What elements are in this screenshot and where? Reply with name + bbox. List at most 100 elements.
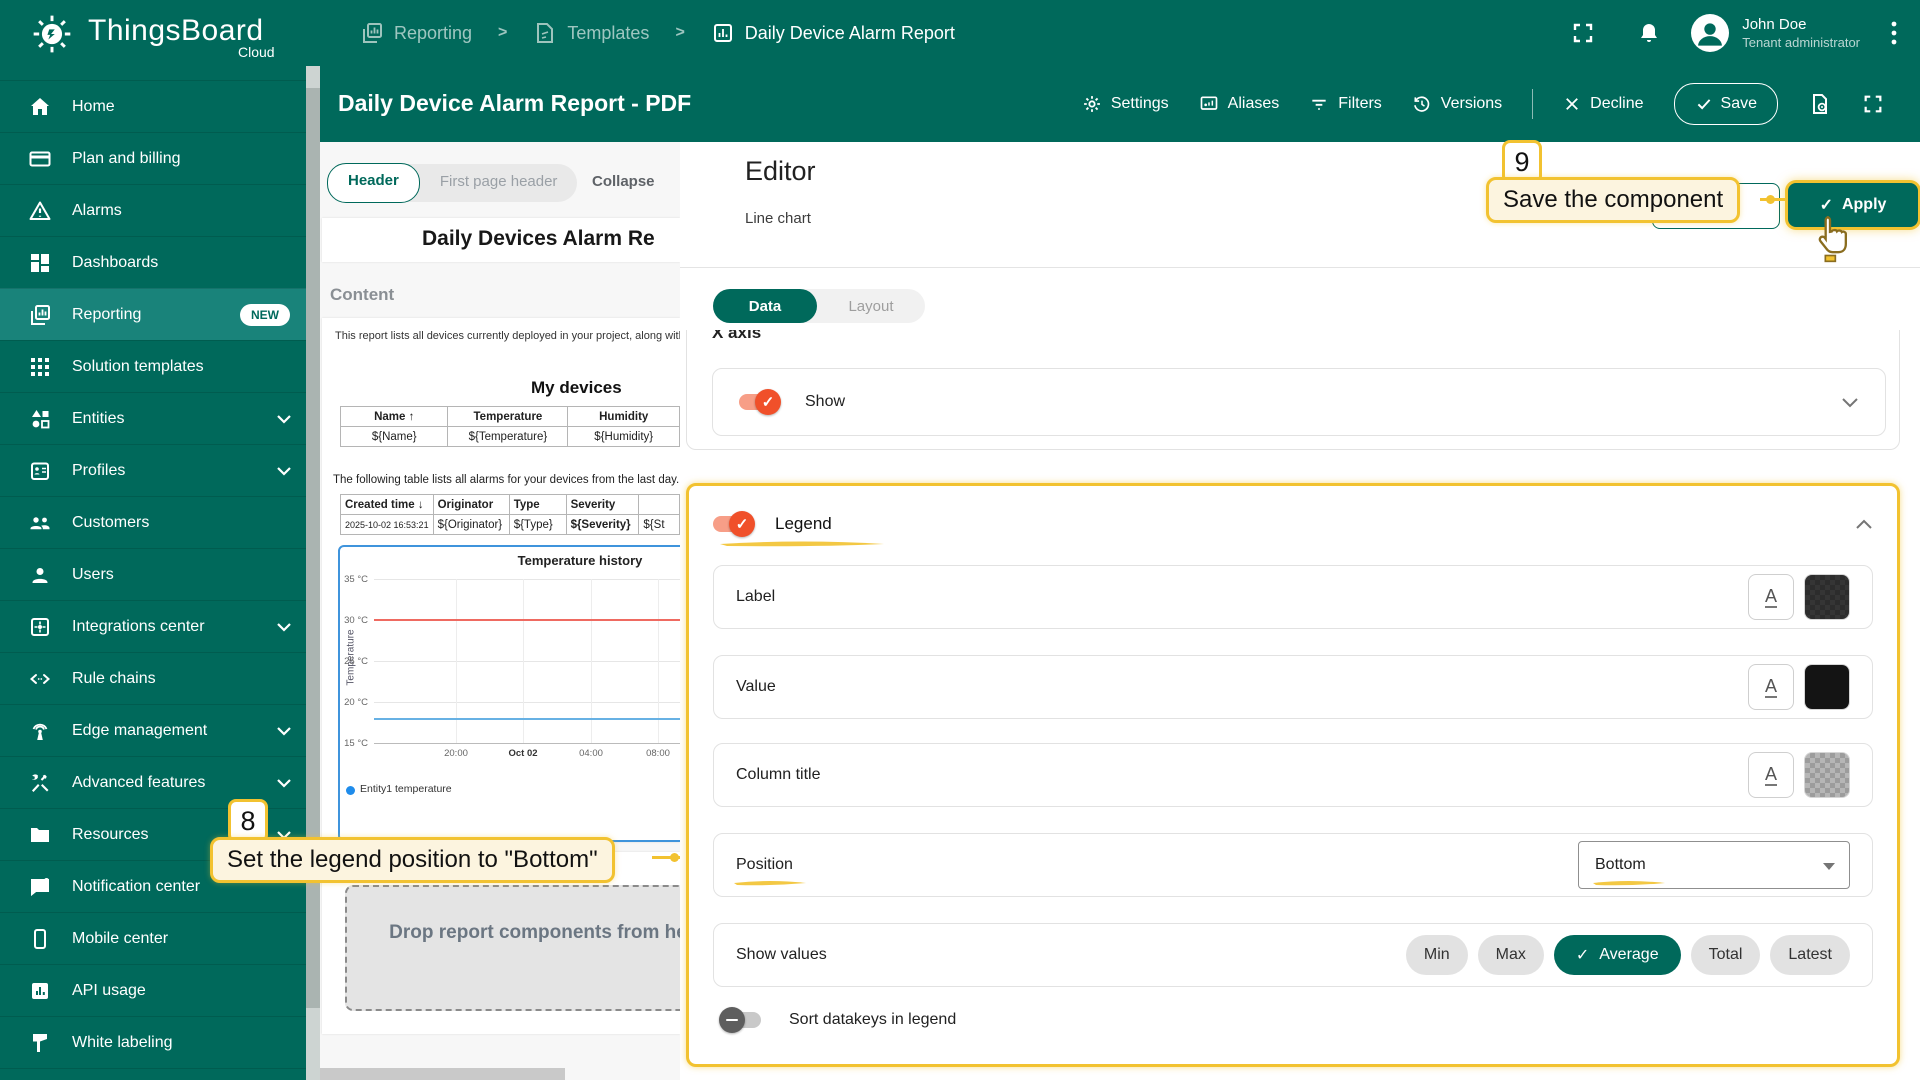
settings-button[interactable]: Settings bbox=[1082, 94, 1169, 114]
x-axis-heading: X axis bbox=[712, 330, 761, 351]
editor-panel: Editor Line chart Cancel ✓ Apply Data La… bbox=[680, 142, 1920, 1080]
new-badge: NEW bbox=[240, 304, 290, 326]
breadcrumb: Reporting > Templates > D bbox=[360, 0, 955, 66]
color-picker-column-title[interactable] bbox=[1804, 752, 1850, 798]
editor-subtitle: Line chart bbox=[745, 210, 811, 227]
apps-grid-icon bbox=[28, 355, 52, 379]
filters-button[interactable]: Filters bbox=[1309, 94, 1382, 114]
sidebar-item-plan-and-billing[interactable]: Plan and billing bbox=[0, 132, 306, 184]
legend-toggle[interactable]: ✓ bbox=[713, 511, 753, 537]
editor-tab-toggle: Data Layout bbox=[713, 289, 925, 323]
chip-max[interactable]: Max bbox=[1478, 935, 1544, 975]
sidebar-item-solution-templates[interactable]: Solution templates bbox=[0, 340, 306, 392]
reporting-icon bbox=[28, 303, 52, 327]
sidebar-item-entities[interactable]: Entities bbox=[0, 392, 306, 444]
notifications-bell-icon[interactable] bbox=[1637, 21, 1661, 45]
versions-button[interactable]: Versions bbox=[1412, 94, 1502, 114]
sidebar-item-integrations-center[interactable]: Integrations center bbox=[0, 600, 306, 652]
sort-datakeys-toggle[interactable] bbox=[721, 1007, 761, 1033]
chart-title: Temperature history bbox=[480, 553, 680, 568]
credit-card-icon bbox=[28, 147, 52, 171]
tab-first-page-header[interactable]: First page header bbox=[420, 164, 578, 202]
legend-header-row: ✓ Legend bbox=[713, 500, 1873, 548]
kebab-menu-icon[interactable] bbox=[1890, 20, 1898, 46]
font-settings-button[interactable]: A bbox=[1748, 574, 1794, 620]
color-picker-label[interactable] bbox=[1804, 574, 1850, 620]
app-logo[interactable]: ThingsBoard bbox=[30, 8, 264, 56]
decline-button[interactable]: Decline bbox=[1563, 95, 1643, 113]
aliases-icon bbox=[1199, 94, 1219, 114]
sidebar-item-customers[interactable]: Customers bbox=[0, 496, 306, 548]
phone-icon bbox=[28, 927, 52, 951]
drop-zone[interactable]: Drop report components from here bbox=[345, 885, 680, 1011]
alarms-table: Created time ↓ Originator Type Severity … bbox=[340, 494, 680, 535]
color-picker-value[interactable] bbox=[1804, 664, 1850, 710]
chevron-down-icon[interactable] bbox=[1841, 397, 1859, 408]
expand-fullscreen-icon[interactable] bbox=[1862, 93, 1884, 115]
reporting-icon bbox=[360, 21, 384, 45]
sidebar-item-white-labeling[interactable]: White labeling bbox=[0, 1016, 306, 1068]
sidebar-item-settings[interactable]: Settings bbox=[0, 1068, 306, 1080]
sidebar-item-mobile-center[interactable]: Mobile center bbox=[0, 912, 306, 964]
breadcrumb-current[interactable]: Daily Device Alarm Report bbox=[711, 21, 955, 45]
user-info[interactable]: John Doe Tenant administrator bbox=[1742, 15, 1860, 51]
show-values-row: Show values Min Max ✓ Average Total Late… bbox=[713, 923, 1873, 987]
folder-icon bbox=[28, 823, 52, 847]
font-settings-button[interactable]: A bbox=[1748, 664, 1794, 710]
collapse-button[interactable]: Collapse bbox=[592, 173, 655, 190]
sidebar-item-rule-chains[interactable]: Rule chains bbox=[0, 652, 306, 704]
antenna-icon bbox=[28, 719, 52, 743]
fullscreen-icon[interactable] bbox=[1571, 21, 1595, 45]
sidebar-item-home[interactable]: Home bbox=[0, 80, 306, 132]
breadcrumb-separator: > bbox=[498, 24, 507, 42]
show-toggle[interactable]: ✓ bbox=[739, 389, 779, 415]
next-section-edge bbox=[320, 1068, 565, 1080]
sidebar-item-alarms[interactable]: Alarms bbox=[0, 184, 306, 236]
integration-icon bbox=[28, 615, 52, 639]
aliases-button[interactable]: Aliases bbox=[1199, 94, 1280, 114]
line-chart-component[interactable]: Temperature history Temperature 35 °C 30… bbox=[338, 545, 680, 842]
annotation-underline bbox=[732, 878, 808, 888]
chip-average[interactable]: ✓ Average bbox=[1554, 935, 1681, 975]
report-toolbar: Daily Device Alarm Report - PDF Settings bbox=[320, 66, 1920, 142]
people-icon bbox=[28, 511, 52, 535]
templates-icon bbox=[533, 21, 557, 45]
chip-total[interactable]: Total bbox=[1691, 935, 1761, 975]
sidebar-item-dashboards[interactable]: Dashboards bbox=[0, 236, 306, 288]
position-label: Position bbox=[736, 856, 793, 873]
position-select[interactable]: Bottom bbox=[1578, 841, 1850, 889]
legend-column-title-row: Column title A bbox=[713, 743, 1873, 807]
font-settings-button[interactable]: A bbox=[1748, 752, 1794, 798]
editor-scroll-area[interactable]: X axis ✓ Show ✓ Legend bbox=[680, 330, 1920, 1080]
report-icon bbox=[711, 21, 735, 45]
generate-report-icon[interactable] bbox=[1808, 92, 1832, 116]
tab-layout[interactable]: Layout bbox=[817, 289, 925, 323]
breadcrumb-templates[interactable]: Templates bbox=[533, 21, 649, 45]
sidebar-item-reporting[interactable]: Reporting NEW bbox=[0, 288, 306, 340]
apply-button[interactable]: ✓ Apply bbox=[1788, 183, 1918, 227]
sort-desc-icon: ↓ bbox=[418, 499, 424, 511]
thingsboard-logo-icon bbox=[30, 12, 74, 56]
user-name: John Doe bbox=[1742, 15, 1860, 34]
chip-min[interactable]: Min bbox=[1406, 935, 1468, 975]
sidebar-item-api-usage[interactable]: API usage bbox=[0, 964, 306, 1016]
annotation-connector-dot bbox=[1766, 195, 1775, 204]
tab-data[interactable]: Data bbox=[713, 289, 817, 323]
tab-header[interactable]: Header bbox=[327, 163, 420, 203]
alarms-col-clipped bbox=[639, 495, 680, 515]
dropdown-caret-icon bbox=[1823, 863, 1835, 870]
user-avatar[interactable] bbox=[1691, 14, 1729, 52]
preview-content-paper[interactable]: This report lists all devices currently … bbox=[322, 318, 680, 842]
home-icon bbox=[28, 95, 52, 119]
sidebar-item-profiles[interactable]: Profiles bbox=[0, 444, 306, 496]
preview-header-paper[interactable]: Daily Devices Alarm Re bbox=[322, 218, 680, 262]
brand-sub: Cloud bbox=[238, 44, 275, 60]
save-button[interactable]: Save bbox=[1674, 83, 1778, 125]
chevron-up-icon[interactable] bbox=[1855, 519, 1873, 530]
sidebar-item-edge-management[interactable]: Edge management bbox=[0, 704, 306, 756]
sidebar-item-users[interactable]: Users bbox=[0, 548, 306, 600]
breadcrumb-reporting[interactable]: Reporting bbox=[360, 21, 472, 45]
chip-latest[interactable]: Latest bbox=[1770, 935, 1850, 975]
chevron-down-icon bbox=[276, 726, 292, 736]
api-chart-icon bbox=[28, 979, 52, 1003]
